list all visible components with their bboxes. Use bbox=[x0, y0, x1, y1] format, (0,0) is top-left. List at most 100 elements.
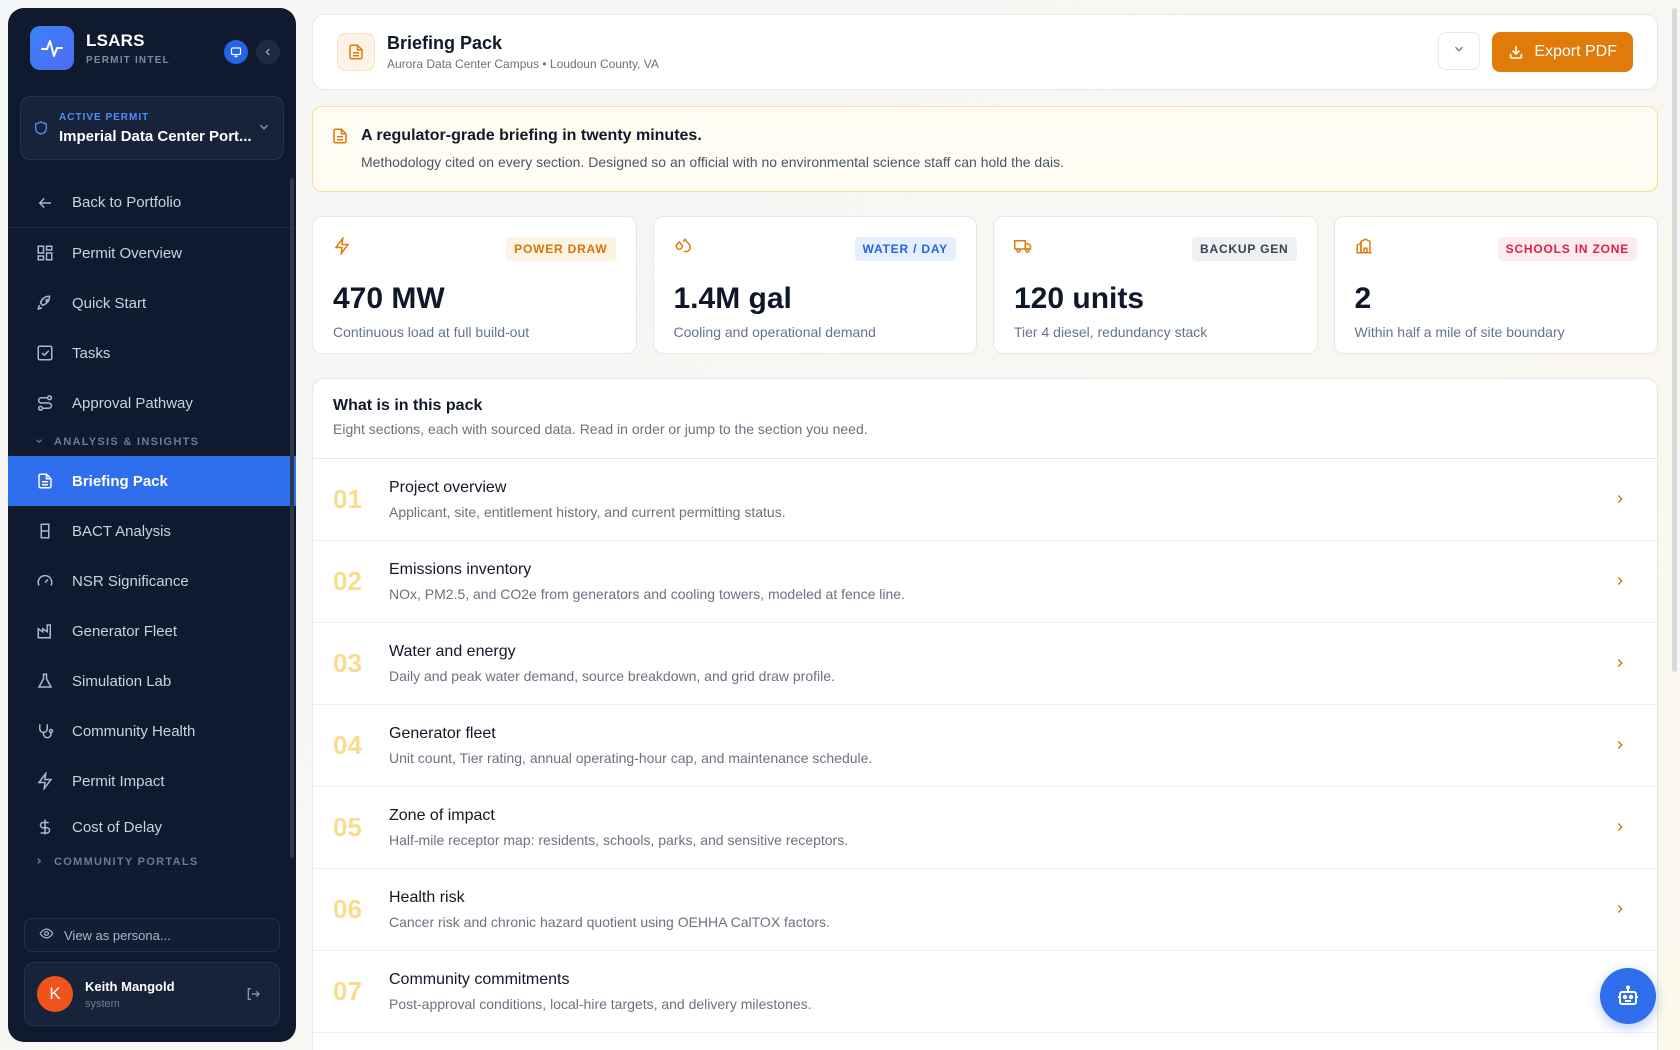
section-title: Health risk bbox=[389, 889, 465, 906]
droplets-icon bbox=[674, 237, 692, 259]
export-pdf-button[interactable]: Export PDF bbox=[1492, 32, 1633, 72]
kpi-card-water: WATER / DAY 1.4M gal Cooling and operati… bbox=[652, 216, 977, 354]
kpi-description: Within half a mile of site boundary bbox=[1354, 324, 1565, 340]
kpi-card-schools: SCHOOLS IN ZONE 2 Within half a mile of … bbox=[1333, 216, 1658, 354]
document-icon bbox=[36, 472, 54, 490]
sidebar-item-label: Briefing Pack bbox=[72, 472, 168, 490]
kpi-value: 2 bbox=[1354, 282, 1372, 315]
download-icon bbox=[1508, 44, 1524, 60]
section-row[interactable]: 04 Generator fleet Unit count, Tier ratin… bbox=[313, 705, 1657, 787]
section-row[interactable]: 03 Water and energy Daily and peak water … bbox=[313, 623, 1657, 705]
section-number: 03 bbox=[333, 648, 362, 678]
collapse-sidebar-button[interactable] bbox=[256, 40, 280, 64]
sidebar-item-back-to-portfolio[interactable]: Back to Portfolio bbox=[8, 178, 296, 228]
rocket-icon bbox=[36, 294, 54, 312]
section-description: Cancer risk and chronic hazard quotient … bbox=[389, 914, 830, 930]
pack-header: What is in this pack Eight sections, eac… bbox=[313, 379, 1657, 459]
section-row[interactable]: 05 Zone of impact Half-mile receptor map:… bbox=[313, 787, 1657, 869]
sidebar-item-permit-overview[interactable]: Permit Overview bbox=[8, 228, 296, 278]
kpi-tag: WATER / DAY bbox=[854, 237, 956, 261]
section-title: Project overview bbox=[389, 479, 507, 496]
persona-label: View as persona... bbox=[64, 927, 171, 943]
kpi-row: POWER DRAW 470 MW Continuous load at ful… bbox=[312, 216, 1658, 354]
sidebar-item-label: Simulation Lab bbox=[72, 672, 172, 690]
section-number: 02 bbox=[333, 566, 362, 596]
export-pdf-label: Export PDF bbox=[1534, 43, 1617, 60]
logout-icon[interactable] bbox=[245, 986, 261, 1007]
sidebar-item-permit-impact[interactable]: Permit Impact bbox=[8, 756, 296, 806]
chevron-down-icon bbox=[34, 436, 44, 449]
active-permit-selector[interactable]: ACTIVE PERMIT Imperial Data Center Port.… bbox=[20, 96, 284, 160]
section-number: 06 bbox=[333, 894, 362, 924]
avatar: K bbox=[37, 976, 73, 1012]
kpi-card-backup-gen: BACKUP GEN 120 units Tier 4 diesel, redu… bbox=[993, 216, 1318, 354]
kpi-value: 470 MW bbox=[333, 282, 445, 315]
brand-subtitle: PERMIT INTEL bbox=[86, 54, 170, 66]
page-scrollbar[interactable] bbox=[1672, 8, 1677, 672]
section-title: Community commitments bbox=[389, 971, 570, 988]
section-title: Generator fleet bbox=[389, 725, 496, 742]
sidebar-item-approval-pathway[interactable]: Approval Pathway bbox=[8, 378, 296, 428]
document-icon bbox=[337, 33, 375, 71]
section-row[interactable]: 01 Project overview Applicant, site, enti… bbox=[313, 459, 1657, 541]
assistant-bot-button[interactable] bbox=[1600, 968, 1656, 1024]
pack-subtitle: Eight sections, each with sourced data. … bbox=[333, 421, 868, 437]
section-description: NOx, PM2.5, and CO2e from generators and… bbox=[389, 586, 905, 602]
sidebar-item-quick-start[interactable]: Quick Start bbox=[8, 278, 296, 328]
sidebar-item-briefing-pack[interactable]: Briefing Pack bbox=[8, 456, 296, 506]
user-name: Keith Mangold bbox=[85, 978, 175, 994]
sidebar-item-community-health[interactable]: Community Health bbox=[8, 706, 296, 756]
section-title: Water and energy bbox=[389, 643, 516, 660]
chevron-right-icon bbox=[1613, 902, 1627, 921]
sidebar-item-simulation-lab[interactable]: Simulation Lab bbox=[8, 656, 296, 706]
sidebar-item-label: Approval Pathway bbox=[72, 394, 193, 412]
sidebar-scrollbar[interactable] bbox=[290, 178, 294, 858]
arrow-left-icon bbox=[36, 194, 54, 212]
sidebar-item-nsr-significance[interactable]: NSR Significance bbox=[8, 556, 296, 606]
sidebar-item-label: Community Health bbox=[72, 722, 196, 740]
factory-icon bbox=[36, 622, 54, 640]
user-role: system bbox=[85, 997, 120, 1010]
sidebar-item-label: Tasks bbox=[72, 344, 111, 362]
sidebar: LSARS PERMIT INTEL ACTIVE PERMIT Imperia… bbox=[8, 8, 296, 1042]
robot-icon bbox=[1616, 984, 1640, 1008]
sidebar-item-bact-analysis[interactable]: BACT Analysis bbox=[8, 506, 296, 556]
shield-icon bbox=[33, 120, 49, 136]
school-icon bbox=[1355, 238, 1373, 259]
section-row[interactable]: 06 Health risk Cancer risk and chronic ha… bbox=[313, 869, 1657, 951]
section-number: 01 bbox=[333, 484, 362, 514]
chevron-right-icon bbox=[1613, 738, 1627, 757]
options-dropdown-button[interactable] bbox=[1438, 32, 1481, 70]
chevron-right-icon bbox=[1613, 656, 1627, 675]
section-description: Half-mile receptor map: residents, schoo… bbox=[389, 832, 849, 848]
pack-contents: What is in this pack Eight sections, eac… bbox=[312, 378, 1658, 1050]
grid-icon bbox=[36, 244, 54, 262]
section-row[interactable]: 07 Community commitments Post-approval co… bbox=[313, 951, 1657, 1033]
section-description: Post-approval conditions, local-hire tar… bbox=[389, 996, 812, 1012]
section-row[interactable]: 02 Emissions inventory NOx, PM2.5, and CO… bbox=[313, 541, 1657, 623]
sidebar-item-label: BACT Analysis bbox=[72, 522, 171, 540]
sidebar-item-label: Permit Impact bbox=[72, 772, 165, 790]
nav-group-analysis[interactable]: ANALYSIS & INSIGHTS bbox=[8, 428, 296, 456]
nav-group-label: ANALYSIS & INSIGHTS bbox=[54, 436, 200, 448]
nav-group-community-portals[interactable]: COMMUNITY PORTALS bbox=[8, 848, 296, 876]
kpi-value: 1.4M gal bbox=[673, 282, 792, 315]
route-icon bbox=[36, 394, 54, 412]
view-as-persona-button[interactable]: View as persona... bbox=[24, 918, 280, 952]
sidebar-item-label: Permit Overview bbox=[72, 244, 183, 262]
sidebar-item-label: Back to Portfolio bbox=[72, 194, 182, 211]
chat-button[interactable] bbox=[224, 40, 248, 64]
sidebar-item-label: NSR Significance bbox=[72, 572, 189, 590]
sidebar-item-label: Generator Fleet bbox=[72, 622, 178, 640]
section-description: Unit count, Tier rating, annual operatin… bbox=[389, 750, 873, 766]
section-title: Zone of impact bbox=[389, 807, 495, 824]
sidebar-item-tasks[interactable]: Tasks bbox=[8, 328, 296, 378]
sidebar-item-generator-fleet[interactable]: Generator Fleet bbox=[8, 606, 296, 656]
kpi-description: Continuous load at full build-out bbox=[333, 324, 530, 340]
checkbox-icon bbox=[36, 344, 54, 362]
section-number: 04 bbox=[333, 730, 362, 760]
sidebar-item-cost-of-delay[interactable]: Cost of Delay bbox=[8, 806, 296, 848]
page-subtitle: Aurora Data Center Campus • Loudoun Coun… bbox=[387, 57, 659, 71]
kpi-tag: POWER DRAW bbox=[506, 237, 616, 261]
filter-icon bbox=[36, 522, 54, 540]
